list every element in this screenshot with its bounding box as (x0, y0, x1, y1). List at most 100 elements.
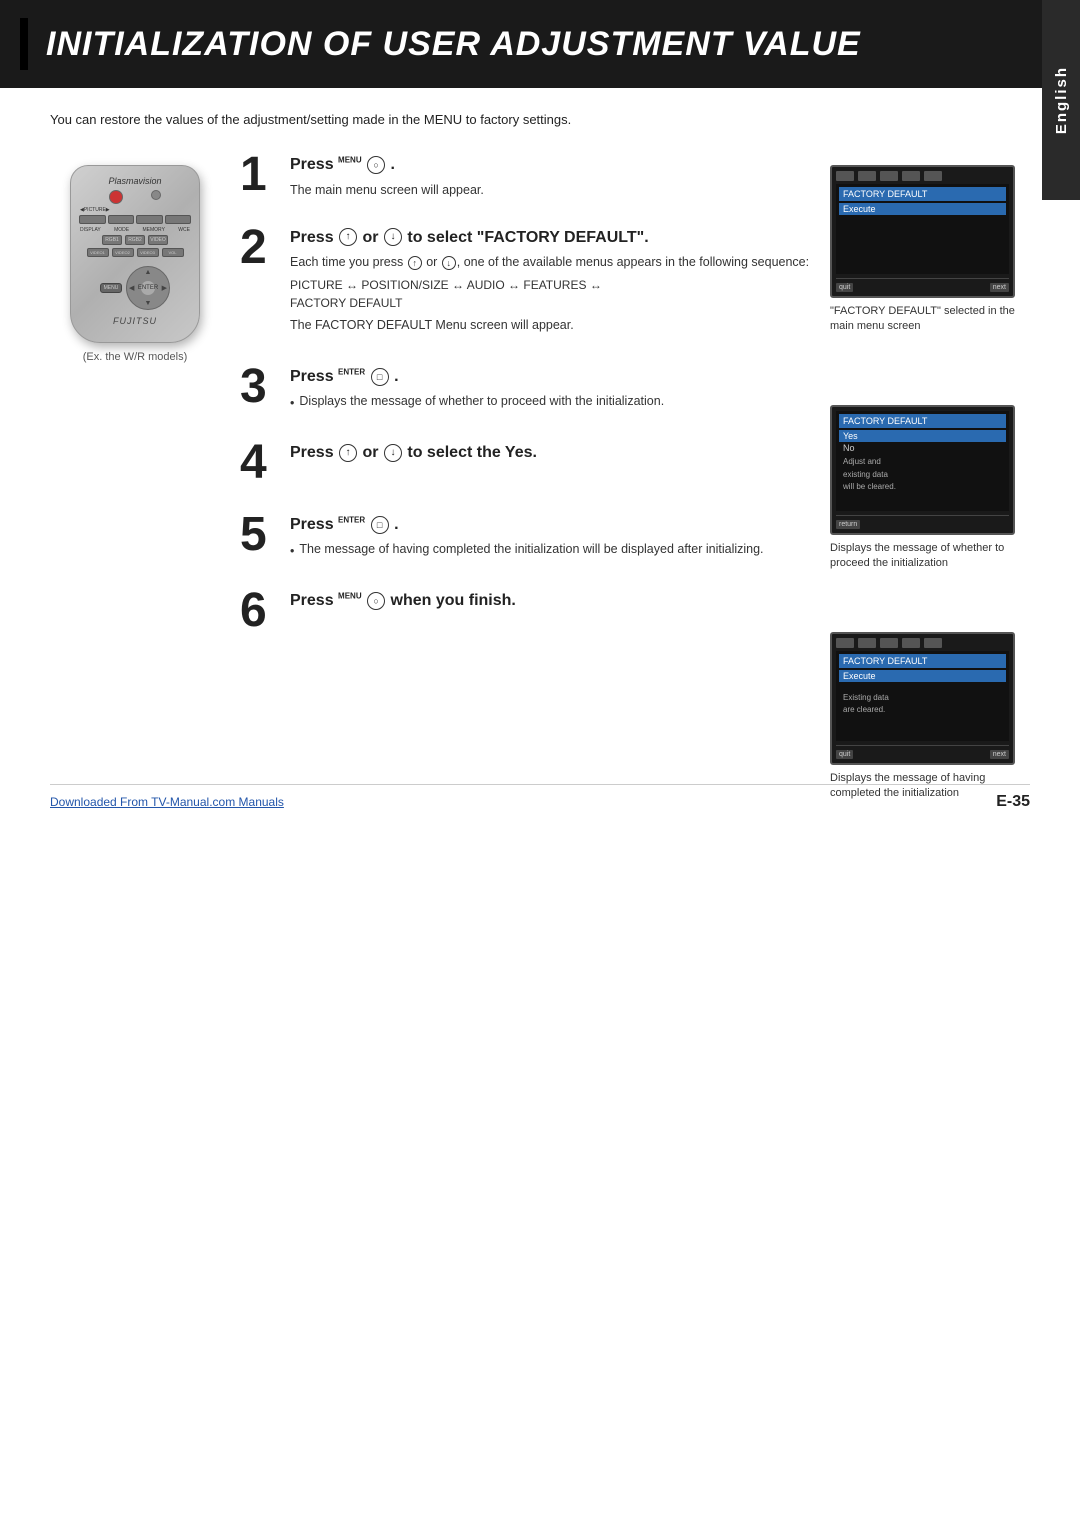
up-button-icon: ↑ (339, 228, 357, 246)
menu-button-icon-6: ○ (367, 592, 385, 610)
remote-power-btn (109, 190, 123, 204)
remote-mode-buttons (79, 215, 191, 224)
step-4-number: 4 (240, 439, 276, 487)
side-tab-label: English (1053, 66, 1070, 134)
step-2-number: 2 (240, 224, 276, 272)
screen-2-body: Adjust andexisting datawill be cleared. (839, 454, 1006, 496)
screen-3-next-key: next (990, 750, 1009, 759)
enter-button-icon: □ (371, 368, 389, 386)
side-tab: English (1042, 0, 1080, 200)
main-content: You can restore the values of the adjust… (0, 88, 1080, 831)
step-5-number: 5 (240, 511, 276, 559)
page-footer: Downloaded From TV-Manual.com Manuals E-… (50, 784, 1030, 811)
step-6-number: 6 (240, 587, 276, 635)
screen-2-return-key: return (836, 520, 860, 529)
screen-1-content: FACTORY DEFAULT Execute (836, 184, 1009, 274)
step-1-desc: The main menu screen will appear. (290, 181, 820, 200)
screen-1: FACTORY DEFAULT Execute quit next (830, 165, 1015, 298)
screen-3-body: Existing dataare cleared. (839, 690, 1006, 720)
up-btn-4: ↑ (339, 444, 357, 462)
remote-enter-button: ENTER (140, 280, 156, 296)
screen-3: FACTORY DEFAULT Execute Existing dataare… (830, 632, 1015, 765)
down-button-icon: ↓ (384, 228, 402, 246)
page-title: INITIALIZATION OF USER ADJUSTMENT VALUE (46, 25, 861, 64)
step-5-title: Press ENTER □ . (290, 515, 820, 536)
screen-2-title: FACTORY DEFAULT (839, 414, 1006, 428)
remote-menu-button: MENU (100, 283, 122, 293)
step-6-content: Press MENU ○ when you finish. (290, 591, 820, 617)
step-1-content: Press MENU ○ . The main menu screen will… (290, 155, 820, 200)
step-1-title: Press MENU ○ . (290, 155, 820, 176)
remote-mute-btn (151, 190, 161, 200)
step-6-title: Press MENU ○ when you finish. (290, 591, 820, 612)
right-column: FACTORY DEFAULT Execute quit next (830, 155, 1030, 801)
step-3-number: 3 (240, 363, 276, 411)
up-icon-inline: ↑ (408, 256, 422, 270)
step-4: 4 Press ↑ or ↓ to select the Yes. (240, 443, 820, 487)
screen-1-bottom: quit next (836, 283, 1009, 292)
steps-column: 1 Press MENU ○ . The main menu screen wi… (220, 155, 830, 663)
menu-button-icon: ○ (367, 156, 385, 174)
remote-brand: Plasmavision (79, 176, 191, 186)
remote-caption: (Ex. the W/R models) (83, 351, 188, 363)
enter-label-super-5: ENTER (338, 516, 365, 525)
intro-text: You can restore the values of the adjust… (50, 112, 1030, 127)
step-5-bullet: • The message of having completed the in… (290, 541, 820, 561)
remote-labels1: ◀PICTURE▶ (79, 207, 191, 213)
screen-2-container: FACTORY DEFAULT Yes No Adjust andexistin… (830, 405, 1030, 572)
remote-top-buttons (79, 190, 191, 204)
down-btn-4: ↓ (384, 444, 402, 462)
content-layout: Plasmavision ◀PICTURE▶ (50, 155, 1030, 801)
step-4-title: Press ↑ or ↓ to select the Yes. (290, 443, 820, 464)
down-icon-inline: ↓ (442, 256, 456, 270)
screen-1-container: FACTORY DEFAULT Execute quit next (830, 165, 1030, 335)
remote-illustration: Plasmavision ◀PICTURE▶ (70, 165, 200, 343)
screen-1-topbar (836, 171, 1009, 181)
screen-3-topbar (836, 638, 1009, 648)
step-2-title: Press ↑ or ↓ to select "FACTORY DEFAULT"… (290, 228, 820, 249)
step-3: 3 Press ENTER □ . • Displays the message… (240, 367, 820, 415)
step-6: 6 Press MENU ○ when you finish. (240, 591, 820, 635)
step-5-desc: • The message of having completed the in… (290, 541, 820, 561)
screen-2-bottom: return (836, 520, 1009, 529)
step-3-content: Press ENTER □ . • Displays the message o… (290, 367, 820, 415)
screen-3-content: FACTORY DEFAULT Execute Existing dataare… (836, 651, 1009, 741)
remote-container: Plasmavision ◀PICTURE▶ (50, 165, 220, 363)
step-3-title: Press ENTER □ . (290, 367, 820, 388)
step-3-bullet: • Displays the message of whether to pro… (290, 393, 820, 413)
screen-3-quit-key: quit (836, 750, 853, 759)
step-5-content: Press ENTER □ . • The message of having … (290, 515, 820, 563)
left-column: Plasmavision ◀PICTURE▶ (50, 155, 220, 363)
screen-2-content: FACTORY DEFAULT Yes No Adjust andexistin… (836, 411, 1009, 511)
screen-1-caption: "FACTORY DEFAULT" selected in the main m… (830, 304, 1030, 335)
screen-2-caption: Displays the message of whether to proce… (830, 541, 1030, 572)
header-bar (20, 18, 28, 70)
step-1-number: 1 (240, 151, 276, 199)
enter-button-icon-5: □ (371, 516, 389, 534)
remote-brand-logo: FUJITSU (113, 316, 157, 326)
step-2-desc1: Each time you press ↑ or ↓, one of the a… (290, 253, 820, 335)
step-3-desc: • Displays the message of whether to pro… (290, 393, 820, 413)
screen-3-factory-default: FACTORY DEFAULT (839, 654, 1006, 668)
step-2: 2 Press ↑ or ↓ to select "FACTORY DEFAUL… (240, 228, 820, 339)
page-header: INITIALIZATION OF USER ADJUSTMENT VALUE (0, 0, 1080, 88)
footer-link[interactable]: Downloaded From TV-Manual.com Manuals (50, 795, 284, 809)
screen-1-factory-default: FACTORY DEFAULT (839, 187, 1006, 201)
screen-3-bottom: quit next (836, 750, 1009, 759)
screen-3-execute: Execute (839, 670, 1006, 682)
screen-1-execute: Execute (839, 203, 1006, 215)
sequence-text: PICTURE ↔ POSITION/SIZE ↔ AUDIO ↔ FEATUR… (290, 276, 820, 312)
screen-2: FACTORY DEFAULT Yes No Adjust andexistin… (830, 405, 1015, 535)
menu-label-super-6: MENU (338, 592, 362, 601)
screen-2-yes: Yes (839, 430, 1006, 442)
remote-rgb-buttons: RGB1 RGB2 VIDEO (79, 235, 191, 245)
remote-labels2: DISPLAY MODE MEMORY WCE (79, 227, 191, 233)
remote-dpad: ▲ ▼ ◀ ▶ ENTER (126, 266, 170, 310)
screen-1-next-key: next (990, 283, 1009, 292)
screen-1-quit-key: quit (836, 283, 853, 292)
screen-2-no: No (839, 442, 1006, 454)
menu-label-super: MENU (338, 156, 362, 165)
step-2-content: Press ↑ or ↓ to select "FACTORY DEFAULT"… (290, 228, 820, 339)
step-5: 5 Press ENTER □ . • The message of havin… (240, 515, 820, 563)
remote-video-buttons: VIDEO1 VIDEO2 VIDEO3 VOL (79, 248, 191, 257)
